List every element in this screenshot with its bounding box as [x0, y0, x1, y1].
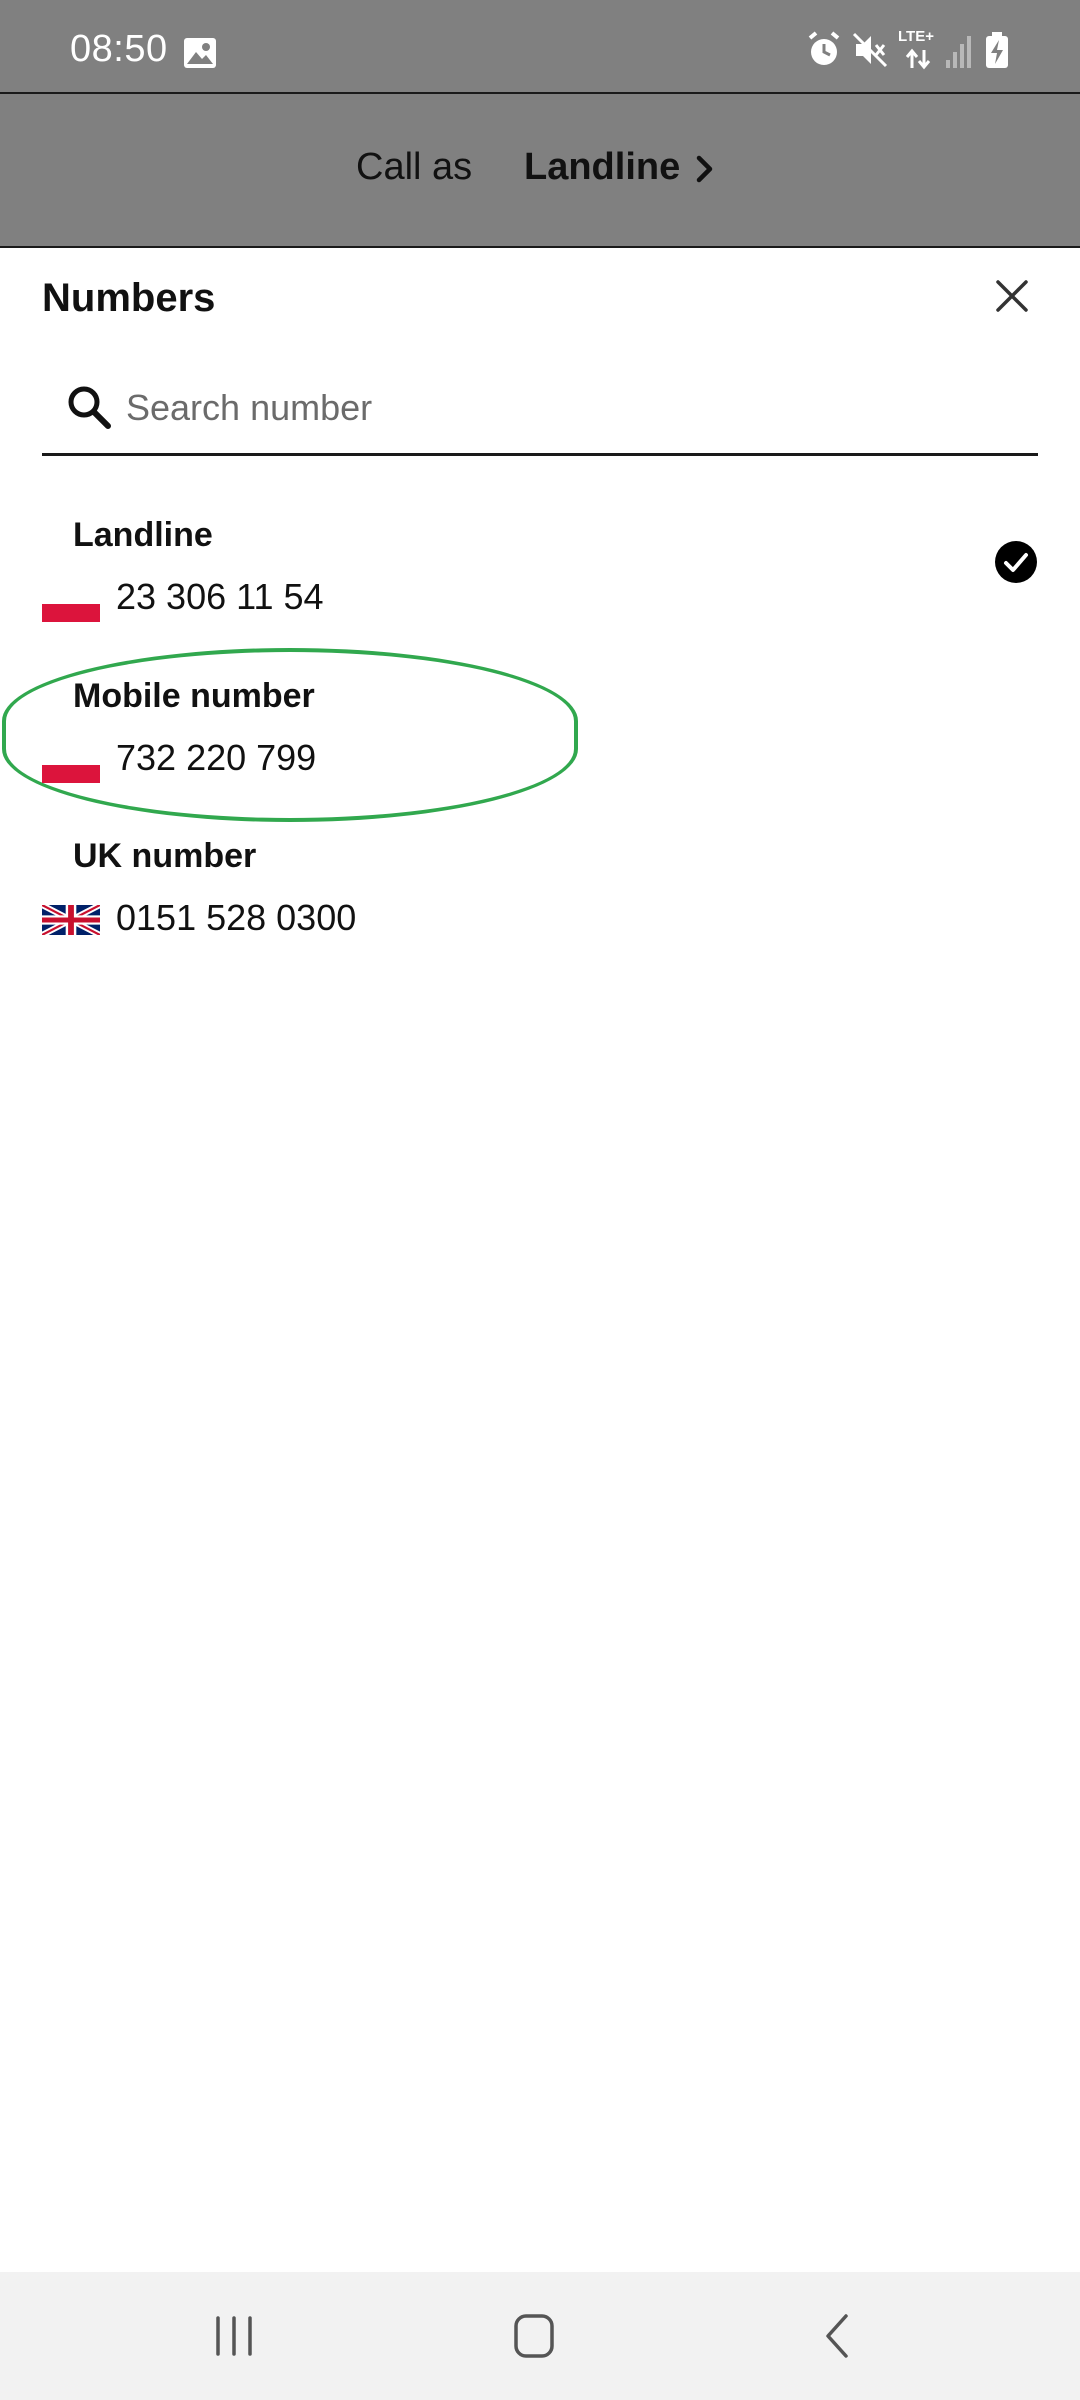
signal-icon — [946, 36, 971, 68]
poland-flag-icon — [42, 747, 100, 783]
search-icon — [68, 386, 111, 429]
lte-icon: LTE+ — [898, 28, 938, 70]
number-name: Mobile number — [73, 677, 315, 715]
number-name: Landline — [73, 516, 213, 554]
selected-check-icon — [995, 541, 1037, 583]
gallery-icon — [184, 38, 216, 68]
home-icon[interactable] — [504, 2310, 564, 2362]
number-item-mobile[interactable]: Mobile number 732 220 799 — [0, 677, 1080, 827]
search-field[interactable] — [42, 364, 1038, 456]
search-input[interactable] — [126, 378, 1006, 438]
system-nav-bar — [0, 2272, 1080, 2400]
number-item-uk[interactable]: UK number 0151 528 0300 — [0, 837, 1080, 987]
number-item-landline[interactable]: Landline 23 306 11 54 — [0, 516, 1080, 666]
call-as-label: Call as — [356, 146, 473, 188]
battery-charging-icon — [986, 32, 1008, 68]
lte-label: LTE+ — [898, 28, 934, 45]
uk-flag-icon — [42, 905, 100, 935]
status-time: 08:50 — [70, 28, 168, 70]
status-bar: 08:50 LTE+ — [0, 0, 1080, 92]
number-name: UK number — [73, 837, 257, 875]
number-value: 23 306 11 54 — [116, 576, 324, 617]
screen: 08:50 LTE+ Call as Landline Numbers Sear… — [0, 0, 1080, 2400]
sheet-title: Numbers — [42, 276, 216, 320]
number-value: 732 220 799 — [116, 737, 317, 778]
poland-flag-icon — [42, 586, 100, 622]
number-value: 0151 528 0300 — [116, 897, 357, 938]
alarm-icon — [808, 31, 840, 65]
chevron-right-icon — [696, 155, 713, 183]
recent-apps-icon[interactable] — [204, 2310, 264, 2362]
back-icon[interactable] — [808, 2310, 868, 2362]
mute-icon — [852, 32, 888, 68]
call-as-value: Landline — [524, 146, 681, 188]
call-as-selector[interactable]: Call as Landline — [0, 92, 1080, 248]
close-icon[interactable] — [992, 276, 1032, 316]
